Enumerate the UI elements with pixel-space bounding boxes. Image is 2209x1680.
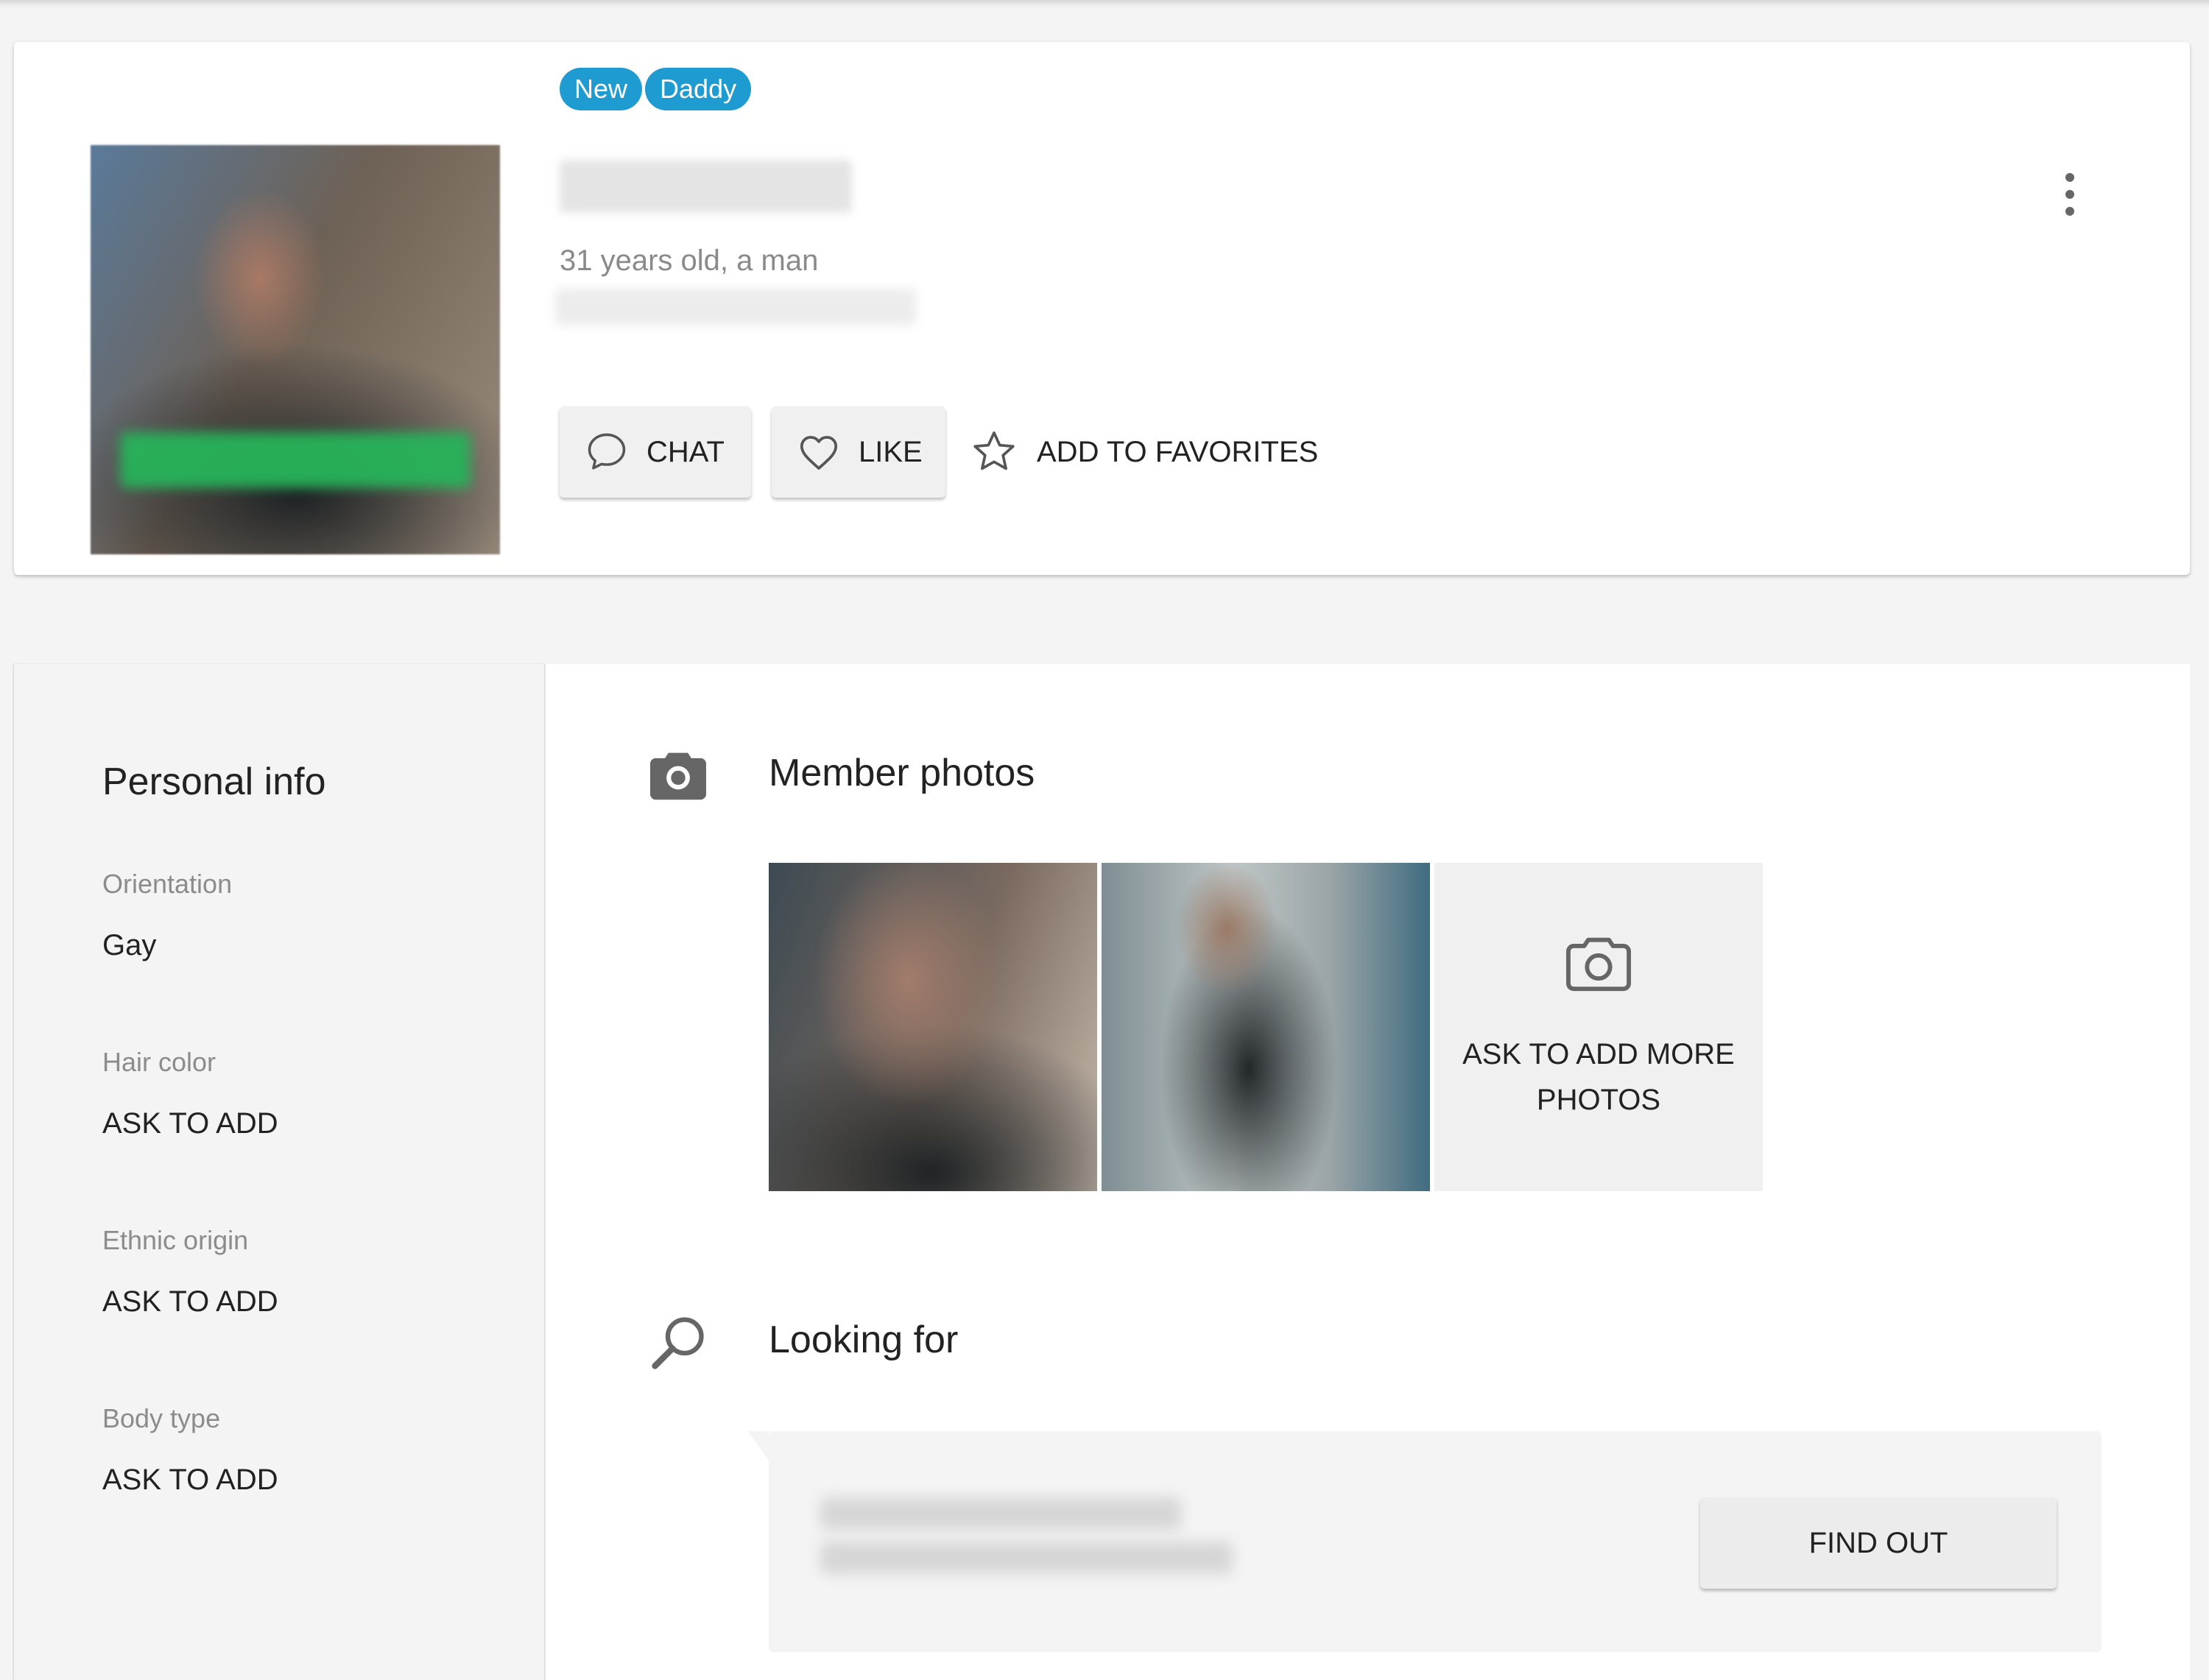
orientation-value: Gay xyxy=(102,929,157,961)
add-to-favorites-button[interactable]: ADD TO FAVORITES xyxy=(969,406,1318,498)
ask-more-photos-label: ASK TO ADD MORE PHOTOS xyxy=(1462,1038,1735,1116)
hair-color-item: Hair color ASK TO ADD xyxy=(102,1047,278,1140)
avatar-status-bar xyxy=(120,432,471,488)
ethnic-origin-label: Ethnic origin xyxy=(102,1225,249,1255)
new-badge: New xyxy=(560,68,643,110)
looking-for-title: Looking for xyxy=(769,1319,959,1361)
camera-outline-icon xyxy=(1566,937,1631,992)
orientation-label: Orientation xyxy=(102,869,233,899)
profile-name-redacted xyxy=(560,160,852,213)
hair-color-label: Hair color xyxy=(102,1047,216,1077)
profile-location-redacted xyxy=(555,289,916,325)
chat-bubble-icon xyxy=(588,433,626,470)
kebab-dot xyxy=(2065,173,2074,182)
kebab-dot xyxy=(2065,190,2074,199)
heart-icon xyxy=(800,436,838,470)
star-icon xyxy=(973,431,1015,470)
looking-for-upgrade-text-redacted xyxy=(820,1542,1233,1574)
favorites-label: ADD TO FAVORITES xyxy=(1037,435,1319,468)
member-photo[interactable] xyxy=(1102,863,1430,1191)
daddy-badge: Daddy xyxy=(645,68,752,110)
profile-card: New Daddy 31 years old, a man CHAT LIKE xyxy=(14,42,2190,575)
personal-info-panel: Personal info Orientation Gay Hair color… xyxy=(14,664,546,1680)
like-button[interactable]: LIKE xyxy=(772,406,945,498)
member-photo[interactable] xyxy=(769,863,1097,1191)
kebab-dot xyxy=(2065,207,2074,216)
looking-for-upgrade-text-redacted xyxy=(820,1497,1181,1530)
ethnic-origin-ask-button[interactable]: ASK TO ADD xyxy=(102,1285,278,1319)
personal-info-title: Personal info xyxy=(102,760,326,803)
like-button-label: LIKE xyxy=(859,435,923,468)
profile-age: 31 years old, a man xyxy=(560,244,819,277)
looking-for-box: FIND OUT xyxy=(748,1431,2101,1652)
camera-icon xyxy=(650,752,706,800)
ethnic-origin-item: Ethnic origin ASK TO ADD xyxy=(102,1225,278,1319)
body-type-item: Body type ASK TO ADD xyxy=(102,1403,278,1497)
profile-actions: CHAT LIKE ADD TO FAVORITES xyxy=(560,406,1318,498)
chat-button-label: CHAT xyxy=(647,435,725,468)
profile-avatar[interactable] xyxy=(91,145,500,554)
ask-more-photos-button[interactable]: ASK TO ADD MORE PHOTOS xyxy=(1434,863,1763,1191)
hair-color-ask-button[interactable]: ASK TO ADD xyxy=(102,1107,278,1140)
body-type-ask-button[interactable]: ASK TO ADD xyxy=(102,1464,278,1497)
find-out-button[interactable]: FIND OUT xyxy=(1700,1497,2057,1589)
search-icon xyxy=(652,1317,704,1369)
orientation-item: Orientation Gay xyxy=(102,869,232,962)
chat-button[interactable]: CHAT xyxy=(560,406,751,498)
main-content-panel: Member photos ASK TO ADD MORE PHOTOS Loo… xyxy=(546,664,2190,1680)
more-options-icon[interactable] xyxy=(2054,167,2086,222)
member-photos-grid: ASK TO ADD MORE PHOTOS xyxy=(769,863,1763,1191)
body-type-label: Body type xyxy=(102,1403,221,1433)
member-photos-title: Member photos xyxy=(769,752,1035,794)
badge-group: New Daddy xyxy=(560,68,752,110)
top-strip xyxy=(0,0,2209,7)
